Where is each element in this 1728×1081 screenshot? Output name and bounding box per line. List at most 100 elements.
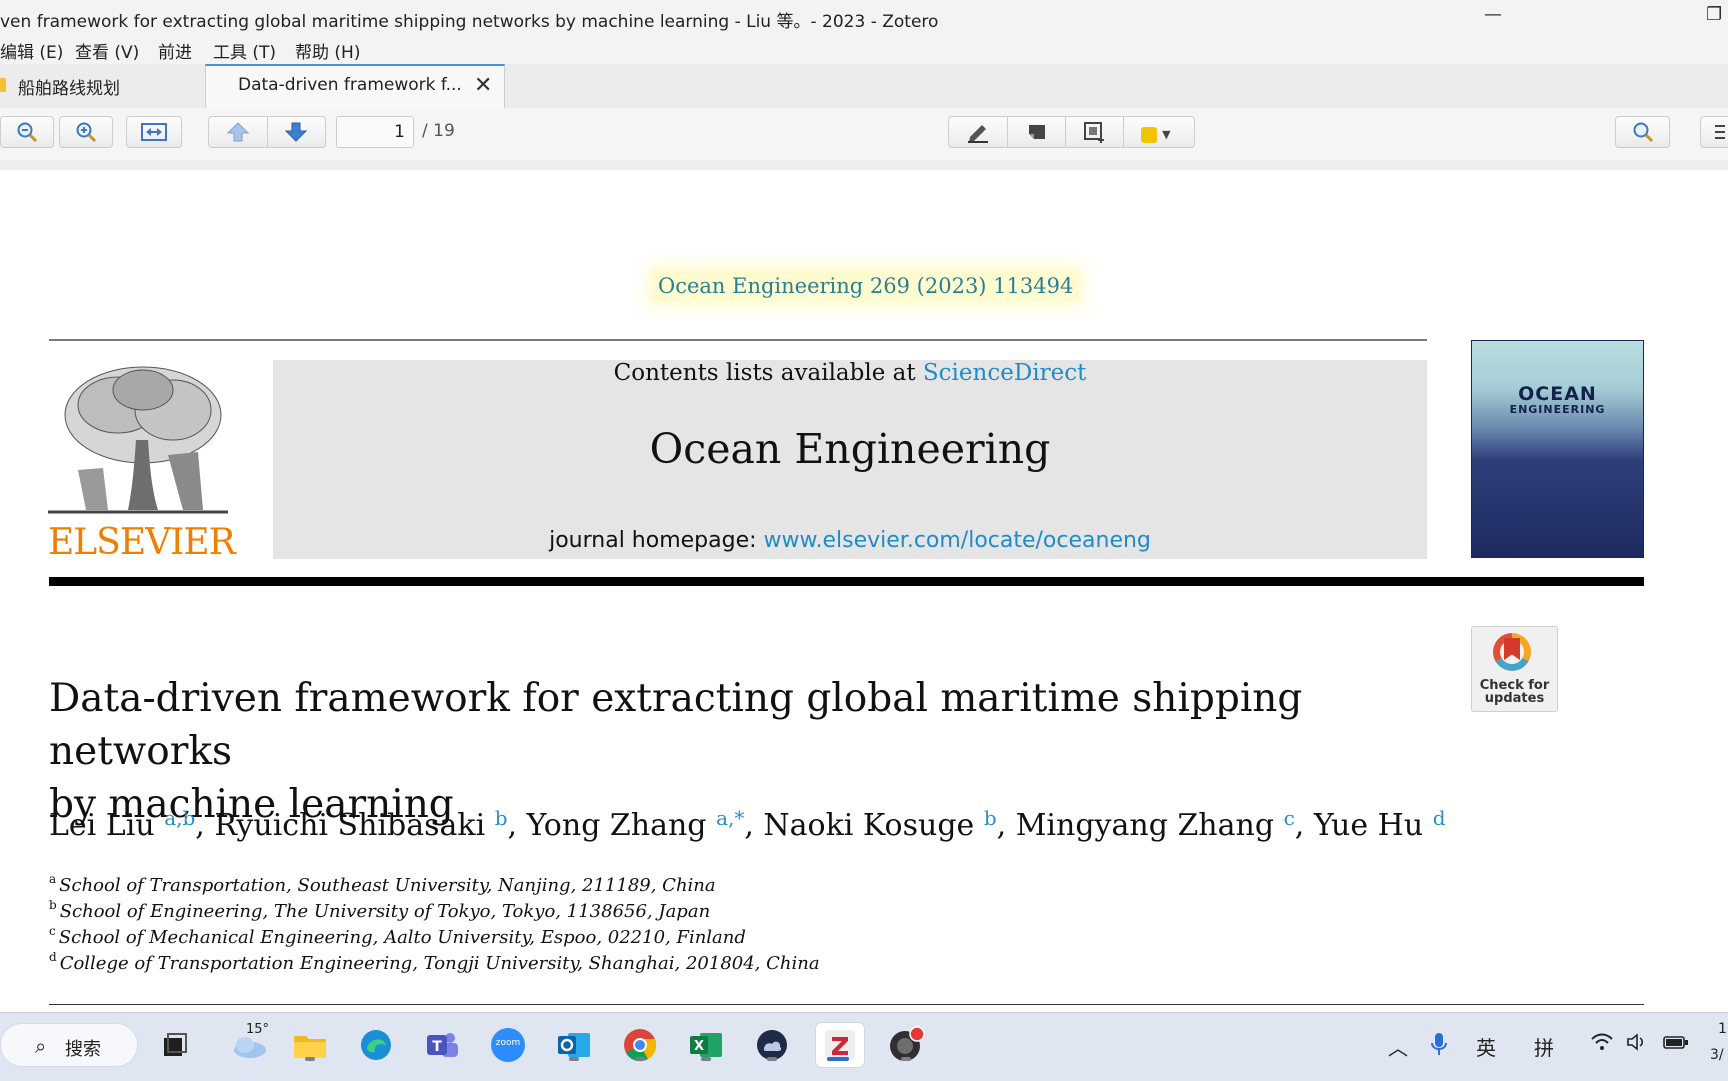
edge-icon <box>361 1030 391 1060</box>
tab-reader[interactable]: Data-driven framework f... ✕ <box>205 64 505 109</box>
sidebar-toggle-button[interactable] <box>1700 116 1728 148</box>
running-indicator <box>569 1057 579 1061</box>
zotero-button[interactable] <box>816 1023 864 1067</box>
tree-icon <box>48 360 228 520</box>
tab-bar: 船舶路线规划 Data-driven framework f... ✕ <box>0 64 1728 109</box>
author-list: Lei Liu a,b, Ryuichi Shibasaki b, Yong Z… <box>49 806 1446 843</box>
running-indicator <box>767 1057 777 1061</box>
author-affil-mark[interactable]: b <box>495 806 508 830</box>
active-indicator <box>827 1057 849 1061</box>
teams-button[interactable]: T <box>420 1023 464 1067</box>
weather-widget[interactable]: 15° <box>222 1022 278 1067</box>
author-affil-mark[interactable]: c <box>1284 806 1295 830</box>
homepage-link[interactable]: www.elsevier.com/locate/oceaneng <box>764 528 1151 553</box>
minimize-button[interactable]: — <box>1484 4 1502 25</box>
menu-view[interactable]: 查看 (V) <box>75 38 139 63</box>
cloud-app-button[interactable] <box>750 1023 794 1067</box>
homepage-line: journal homepage: www.elsevier.com/locat… <box>273 528 1427 553</box>
wifi-icon[interactable] <box>1590 1032 1614 1057</box>
author-name: Lei Liu <box>49 808 155 843</box>
author-affil-mark[interactable]: a,b <box>164 806 195 830</box>
area-tool-button[interactable] <box>1083 121 1107 147</box>
menu-tools[interactable]: 工具 (T) <box>213 38 276 63</box>
edge-button[interactable] <box>354 1023 398 1067</box>
sciencedirect-link[interactable]: ScienceDirect <box>923 360 1086 386</box>
outlook-button[interactable] <box>552 1023 596 1067</box>
page-nav-group <box>208 116 326 148</box>
next-page-button[interactable] <box>284 121 308 147</box>
check-badge-label: Check for updates <box>1472 679 1557 705</box>
arrow-down-icon <box>284 122 308 142</box>
running-indicator <box>635 1057 645 1061</box>
battery-icon[interactable] <box>1662 1032 1690 1057</box>
weather-temp: 15° <box>246 1022 270 1037</box>
tab-library[interactable]: 船舶路线规划 <box>0 64 205 108</box>
affiliation-mark: a <box>49 872 57 886</box>
elsevier-tree-logo <box>48 360 228 520</box>
homepage-prefix: journal homepage: <box>549 528 764 553</box>
author-affil-mark[interactable]: a,* <box>716 806 744 830</box>
reader-toolbar: 1 / 19 ▼ <box>0 108 1728 160</box>
ime-language-indicator[interactable]: 英 <box>1476 1032 1496 1061</box>
citation-line: Ocean Engineering 269 (2023) 113494 <box>652 270 1080 302</box>
color-picker-button[interactable]: ▼ <box>1141 124 1171 143</box>
find-button[interactable] <box>1615 116 1670 148</box>
zoom-label: zoom <box>495 1038 521 1048</box>
journal-banner: Contents lists available at ScienceDirec… <box>273 360 1427 559</box>
author-name: Yue Hu <box>1313 808 1424 843</box>
contents-line: Contents lists available at ScienceDirec… <box>273 360 1427 386</box>
clock-fragment-bottom: 3/ <box>1710 1047 1724 1063</box>
folder-icon <box>294 1036 326 1058</box>
menu-icon <box>1715 125 1725 139</box>
chevron-up-icon[interactable]: ︿ <box>1388 1032 1408 1061</box>
close-tab-icon[interactable]: ✕ <box>474 73 492 98</box>
excel-button[interactable]: X <box>684 1023 728 1067</box>
search-icon: ⌕ <box>35 1034 47 1058</box>
author-separator: , <box>996 808 1016 843</box>
previous-page-button[interactable] <box>226 121 250 147</box>
file-explorer-button[interactable] <box>288 1023 332 1067</box>
window-title-bar: ven framework for extracting global mari… <box>0 0 1728 34</box>
volume-icon[interactable] <box>1626 1032 1648 1057</box>
note-tool-button[interactable] <box>1026 121 1048 147</box>
author-affil-mark[interactable]: b <box>984 806 997 830</box>
divider <box>49 339 1427 341</box>
running-indicator <box>701 1057 711 1061</box>
affiliation-d: d College of Transportation Engineering, … <box>49 950 820 974</box>
page-total: / 19 <box>422 121 455 141</box>
menu-edit[interactable]: 编辑 (E) <box>0 38 63 63</box>
maximize-button[interactable]: ❐ <box>1706 4 1722 25</box>
divider <box>1065 117 1066 147</box>
journal-cover-image: OCEAN ENGINEERING <box>1471 340 1644 558</box>
author-name: Naoki Kosuge <box>763 808 975 843</box>
zoom-in-button[interactable] <box>59 116 113 148</box>
zoom-out-button[interactable] <box>0 116 54 148</box>
check-badge-line2: updates <box>1484 691 1545 706</box>
affiliation-text: College of Transportation Engineering, T… <box>59 953 820 974</box>
menu-help[interactable]: 帮助 (H) <box>295 38 360 63</box>
microphone-icon[interactable] <box>1430 1032 1448 1061</box>
zoom-button[interactable]: zoom <box>486 1023 530 1067</box>
menu-go[interactable]: 前进 <box>158 38 192 63</box>
cover-title: OCEAN <box>1518 383 1597 405</box>
task-view-button[interactable] <box>152 1023 196 1067</box>
affiliation-text: School of Mechanical Engineering, Aalto … <box>58 927 746 948</box>
fit-width-button[interactable] <box>126 116 182 148</box>
page-number-input[interactable]: 1 <box>336 116 414 148</box>
affiliation-mark: d <box>49 950 57 964</box>
highlight-tool-button[interactable] <box>966 121 990 147</box>
obs-button[interactable] <box>884 1023 928 1067</box>
check-for-updates-badge[interactable]: Check for updates <box>1471 626 1558 712</box>
divider <box>1007 117 1008 147</box>
chrome-button[interactable] <box>618 1023 662 1067</box>
affiliation-text: School of Transportation, Southeast Univ… <box>59 875 716 896</box>
affiliation-mark: c <box>49 924 56 938</box>
ime-mode-indicator[interactable]: 拼 <box>1534 1032 1554 1061</box>
cover-subtitle: ENGINEERING <box>1509 403 1606 416</box>
author-affil-mark[interactable]: d <box>1433 806 1446 830</box>
divider <box>267 117 268 147</box>
search-icon <box>1633 122 1653 143</box>
author-name: Mingyang Zhang <box>1015 808 1275 843</box>
taskbar-search[interactable]: ⌕ 搜索 <box>0 1023 138 1067</box>
author-separator: , <box>195 808 215 843</box>
